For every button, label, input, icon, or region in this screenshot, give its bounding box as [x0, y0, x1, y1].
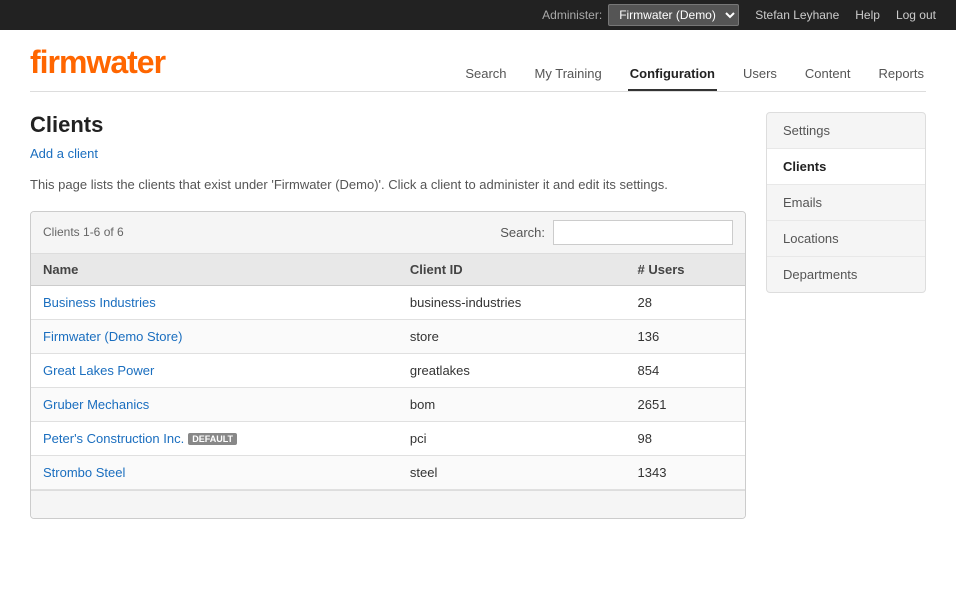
- client-users-cell: 28: [626, 285, 745, 319]
- search-area: Search:: [500, 220, 733, 245]
- nav-item-configuration[interactable]: Configuration: [628, 58, 717, 91]
- topbar: Administer: Firmwater (Demo) Stefan Leyh…: [0, 0, 956, 30]
- clients-table-container: Clients 1-6 of 6 Search: NameClient ID# …: [30, 211, 746, 519]
- col-name: Name: [31, 254, 398, 286]
- page-description: This page lists the clients that exist u…: [30, 175, 746, 195]
- nav-item-search[interactable]: Search: [463, 58, 508, 91]
- table-row: Peter's Construction Inc. default pci98: [31, 421, 745, 455]
- nav-item-my-training[interactable]: My Training: [533, 58, 604, 91]
- client-link[interactable]: Strombo Steel: [43, 465, 125, 480]
- client-name-cell: Gruber Mechanics: [31, 387, 398, 421]
- logout-link[interactable]: Log out: [896, 8, 936, 22]
- client-users-cell: 98: [626, 421, 745, 455]
- nav-item-content[interactable]: Content: [803, 58, 853, 91]
- nav-item-users[interactable]: Users: [741, 58, 779, 91]
- table-footer: [31, 490, 745, 518]
- client-link[interactable]: Great Lakes Power: [43, 363, 154, 378]
- client-id-cell: business-industries: [398, 285, 626, 319]
- table-toolbar: Clients 1-6 of 6 Search:: [31, 212, 745, 254]
- sidebar-item-locations[interactable]: Locations: [767, 221, 925, 257]
- client-name-cell: Business Industries: [31, 285, 398, 319]
- table-row: Great Lakes Power greatlakes854: [31, 353, 745, 387]
- col---users: # Users: [626, 254, 745, 286]
- client-link[interactable]: Peter's Construction Inc.: [43, 431, 184, 446]
- client-name-cell: Firmwater (Demo Store): [31, 319, 398, 353]
- main-content: Clients Add a client This page lists the…: [30, 112, 746, 519]
- table-body: Business Industries business-industries28…: [31, 285, 745, 489]
- page-body: Clients Add a client This page lists the…: [0, 92, 956, 539]
- sidebar-item-clients[interactable]: Clients: [767, 149, 925, 185]
- nav-item-reports[interactable]: Reports: [876, 58, 926, 91]
- table-count: Clients 1-6 of 6: [43, 225, 124, 239]
- clients-table: NameClient ID# Users Business Industries…: [31, 254, 745, 490]
- client-id-cell: steel: [398, 455, 626, 489]
- table-row: Gruber Mechanics bom2651: [31, 387, 745, 421]
- client-id-cell: pci: [398, 421, 626, 455]
- table-row: Strombo Steel steel1343: [31, 455, 745, 489]
- col-client-id: Client ID: [398, 254, 626, 286]
- table-head: NameClient ID# Users: [31, 254, 745, 286]
- help-link[interactable]: Help: [855, 8, 880, 22]
- sidebar: SettingsClientsEmailsLocationsDepartment…: [766, 112, 926, 293]
- client-users-cell: 136: [626, 319, 745, 353]
- client-id-cell: bom: [398, 387, 626, 421]
- table-row: Business Industries business-industries28: [31, 285, 745, 319]
- client-link[interactable]: Firmwater (Demo Store): [43, 329, 182, 344]
- client-users-cell: 854: [626, 353, 745, 387]
- sidebar-item-settings[interactable]: Settings: [767, 113, 925, 149]
- sidebar-item-departments[interactable]: Departments: [767, 257, 925, 292]
- search-input[interactable]: [553, 220, 733, 245]
- add-client-link[interactable]: Add a client: [30, 146, 98, 161]
- client-users-cell: 1343: [626, 455, 745, 489]
- client-name-cell: Strombo Steel: [31, 455, 398, 489]
- client-link[interactable]: Gruber Mechanics: [43, 397, 149, 412]
- search-label: Search:: [500, 225, 545, 240]
- table-header-row: NameClient ID# Users: [31, 254, 745, 286]
- administer-area: Administer: Firmwater (Demo): [542, 4, 739, 26]
- client-name-cell: Great Lakes Power: [31, 353, 398, 387]
- table-row: Firmwater (Demo Store) store136: [31, 319, 745, 353]
- administer-label: Administer:: [542, 8, 602, 22]
- sidebar-item-emails[interactable]: Emails: [767, 185, 925, 221]
- client-users-cell: 2651: [626, 387, 745, 421]
- client-id-cell: greatlakes: [398, 353, 626, 387]
- client-id-cell: store: [398, 319, 626, 353]
- page-title: Clients: [30, 112, 746, 138]
- client-link[interactable]: Business Industries: [43, 295, 156, 310]
- client-badge: default: [188, 433, 237, 445]
- user-name: Stefan Leyhane: [755, 8, 839, 22]
- account-select[interactable]: Firmwater (Demo): [608, 4, 739, 26]
- client-name-cell: Peter's Construction Inc. default: [31, 421, 398, 455]
